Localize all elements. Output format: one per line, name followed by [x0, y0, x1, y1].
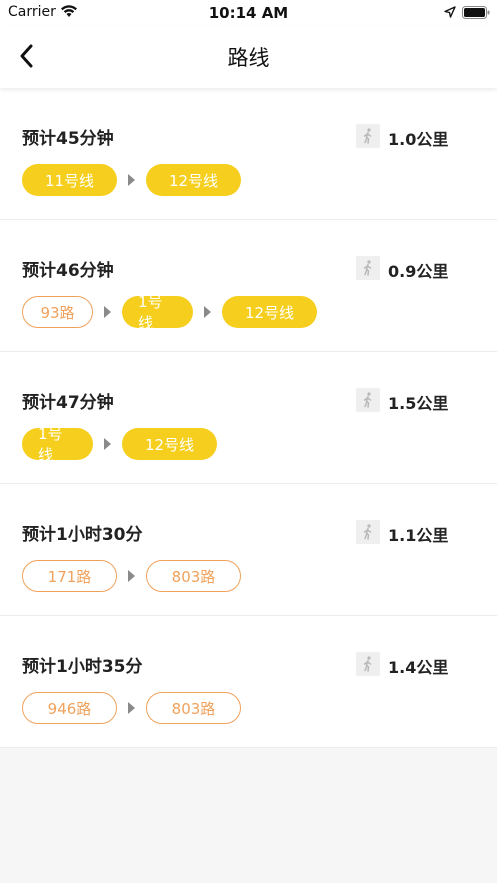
route-distance: 1.1公里 — [388, 526, 449, 545]
route-duration: 预计1小时35分 — [22, 657, 143, 677]
navigation-bar: 路线 — [0, 26, 497, 88]
walk-icon — [356, 388, 380, 412]
route-card[interactable]: 预计1小时35分 1.4公里 946路 803路 — [0, 616, 497, 748]
route-duration: 预计1小时30分 — [22, 525, 143, 545]
bus-line-chip[interactable]: 803路 — [146, 692, 241, 724]
route-segments: 11号线 12号线 — [22, 164, 241, 196]
walk-icon — [356, 256, 380, 280]
route-duration: 预计47分钟 — [22, 393, 114, 413]
walk-icon — [356, 652, 380, 676]
transfer-arrow-icon — [93, 296, 122, 328]
route-distance: 0.9公里 — [388, 262, 449, 281]
status-time: 10:14 AM — [208, 4, 289, 22]
route-distance: 1.4公里 — [388, 658, 449, 677]
route-duration: 预计45分钟 — [22, 129, 114, 149]
transfer-arrow-icon — [117, 560, 146, 592]
transfer-arrow-icon — [117, 164, 146, 196]
route-duration: 预计46分钟 — [22, 261, 114, 281]
metro-line-chip[interactable]: 1号线 — [122, 293, 193, 332]
metro-line-chip[interactable]: 12号线 — [146, 164, 241, 196]
bus-line-chip[interactable]: 946路 — [22, 692, 117, 724]
walk-icon — [356, 520, 380, 544]
route-list: 预计45分钟 1.0公里 11号线 12号线 预计46分钟 0.9公里 93路 … — [0, 88, 497, 748]
battery-icon — [462, 6, 490, 19]
route-card[interactable]: 预计46分钟 0.9公里 93路 1号线 12号线 — [0, 220, 497, 352]
route-distance: 1.0公里 — [388, 130, 449, 149]
page-title: 路线 — [227, 46, 270, 70]
location-arrow-icon — [444, 6, 456, 18]
bus-line-chip[interactable]: 93路 — [22, 296, 93, 328]
metro-line-chip[interactable]: 1号线 — [22, 425, 93, 464]
metro-line-chip[interactable]: 12号线 — [122, 428, 217, 460]
route-card[interactable]: 预计47分钟 1.5公里 1号线 12号线 — [0, 352, 497, 484]
route-card[interactable]: 预计1小时30分 1.1公里 171路 803路 — [0, 484, 497, 616]
route-segments: 93路 1号线 12号线 — [22, 293, 317, 332]
route-segments: 946路 803路 — [22, 692, 241, 724]
route-segments: 171路 803路 — [22, 560, 241, 592]
transfer-arrow-icon — [193, 296, 222, 328]
transfer-arrow-icon — [117, 692, 146, 724]
transfer-arrow-icon — [93, 428, 122, 460]
status-bar: Carrier 10:14 AM — [0, 0, 497, 26]
bus-line-chip[interactable]: 803路 — [146, 560, 241, 592]
metro-line-chip[interactable]: 12号线 — [222, 296, 317, 328]
bus-line-chip[interactable]: 171路 — [22, 560, 117, 592]
route-distance: 1.5公里 — [388, 394, 449, 413]
walk-icon — [356, 124, 380, 148]
route-card[interactable]: 预计45分钟 1.0公里 11号线 12号线 — [0, 88, 497, 220]
metro-line-chip[interactable]: 11号线 — [22, 164, 117, 196]
route-segments: 1号线 12号线 — [22, 425, 217, 464]
